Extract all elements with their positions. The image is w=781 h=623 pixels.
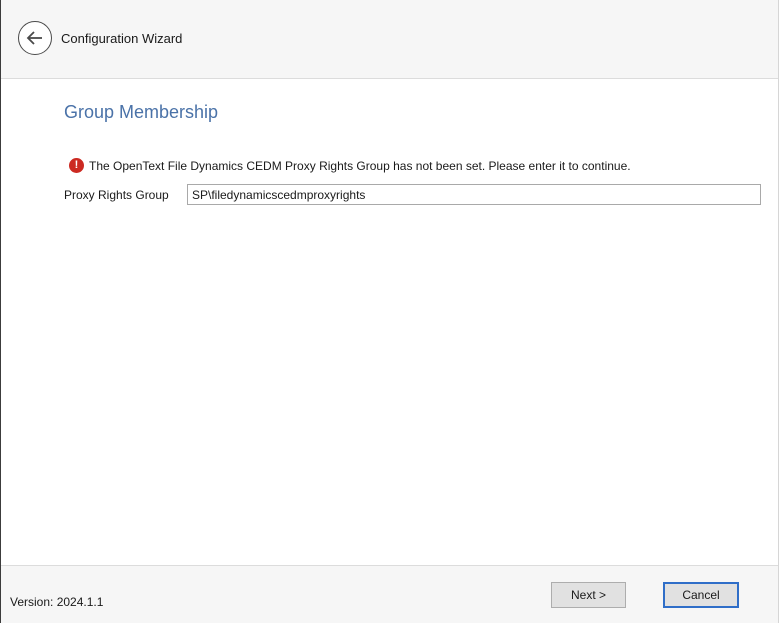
wizard-header: Configuration Wizard xyxy=(1,0,778,79)
error-message-row: ! The OpenText File Dynamics CEDM Proxy … xyxy=(69,158,631,173)
error-message: The OpenText File Dynamics CEDM Proxy Ri… xyxy=(89,158,631,173)
next-button[interactable]: Next > xyxy=(551,582,626,608)
proxy-rights-group-input[interactable] xyxy=(187,184,761,205)
proxy-rights-group-label: Proxy Rights Group xyxy=(64,188,169,202)
back-button[interactable] xyxy=(18,21,52,55)
cancel-button[interactable]: Cancel xyxy=(663,582,739,608)
wizard-content: Group Membership ! The OpenText File Dyn… xyxy=(1,80,778,565)
arrow-left-icon xyxy=(26,31,42,45)
window-title: Configuration Wizard xyxy=(61,31,183,46)
wizard-footer: Version: 2024.1.1 Next > Cancel xyxy=(1,565,778,623)
version-label: Version: 2024.1.1 xyxy=(10,595,104,609)
wizard-window: Configuration Wizard Group Membership ! … xyxy=(0,0,779,623)
page-title: Group Membership xyxy=(64,102,219,122)
error-icon: ! xyxy=(69,158,84,173)
